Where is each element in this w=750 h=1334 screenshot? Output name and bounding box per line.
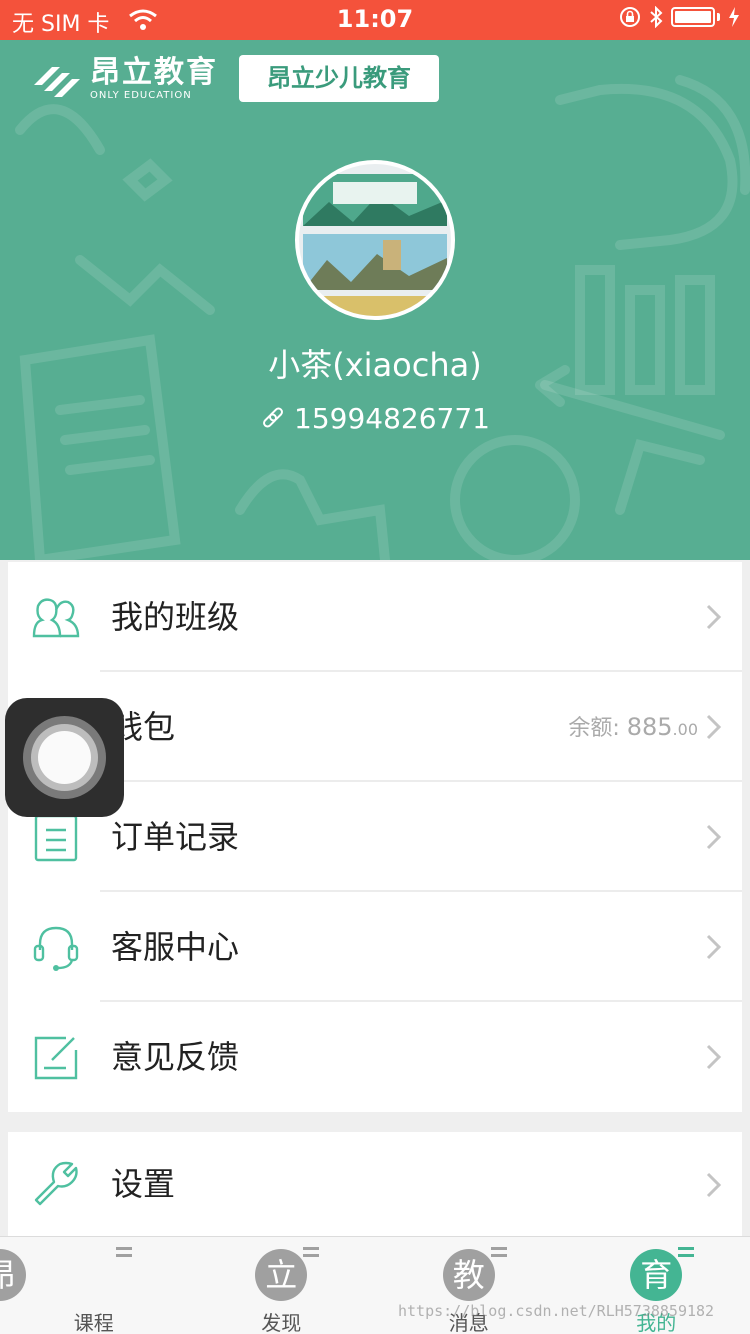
phone-number: 15994826771: [294, 402, 490, 435]
menu-item-settings[interactable]: 设置: [8, 1132, 742, 1236]
chevron-right-icon: [706, 714, 722, 740]
logo-english-text: ONLY EDUCATION: [90, 90, 192, 101]
tab-courses[interactable]: 昂 课程: [0, 1237, 188, 1334]
only-education-logo-icon: [34, 67, 80, 97]
wallet-balance: 余额: 885.00: [568, 672, 698, 785]
avatar-image: [299, 164, 451, 316]
bluetooth-icon: [650, 6, 663, 28]
chevron-right-icon: [706, 604, 722, 630]
tab-icon-lines: [115, 1247, 132, 1261]
phone-row: 15994826771: [0, 402, 750, 435]
class-group-icon: [32, 598, 80, 638]
tab-label: 课程: [73, 1311, 114, 1334]
profile-header: 昂立教育 ONLY EDUCATION 昂立少儿教育 小茶(xiaocha) 1…: [0, 40, 750, 560]
menu-item-label: 意见反馈: [111, 1038, 240, 1076]
rotation-lock-icon: [620, 7, 640, 27]
wrench-icon: [34, 1161, 78, 1206]
assistive-touch-button[interactable]: [5, 698, 124, 817]
watermark: https://blog.csdn.net/RLH5738859182: [398, 1302, 715, 1320]
tab-icon: 昂: [0, 1249, 26, 1301]
balance-label: 余额:: [568, 716, 620, 741]
order-list-icon: [34, 814, 78, 862]
menu-item-label: 客服中心: [111, 928, 240, 966]
settings-menu: 设置: [8, 1132, 742, 1236]
charging-icon: [729, 7, 739, 27]
battery-tip: [717, 13, 720, 21]
avatar[interactable]: [295, 160, 455, 320]
balance-integer: 885: [626, 713, 673, 741]
menu-item-label: 设置: [111, 1165, 176, 1203]
menu-item-label: 订单记录: [111, 818, 240, 856]
logo-chinese-text: 昂立教育: [90, 55, 218, 90]
menu-item-my-class[interactable]: 我的班级: [8, 562, 742, 672]
logo: 昂立教育 ONLY EDUCATION: [30, 56, 218, 102]
chevron-right-icon: [706, 824, 722, 850]
tab-icon: 立: [255, 1249, 308, 1301]
tab-icon-lines: [490, 1247, 507, 1261]
status-bar: 无 SIM 卡 11:07: [0, 0, 750, 40]
menu-item-feedback[interactable]: 意见反馈: [8, 1002, 742, 1112]
menu-item-customer-service[interactable]: 客服中心: [8, 892, 742, 1002]
link-icon: [263, 407, 283, 427]
balance-decimal: .00: [672, 720, 698, 739]
chevron-right-icon: [706, 934, 722, 960]
tab-icon-lines: [303, 1247, 320, 1261]
battery-icon: [671, 7, 715, 27]
feedback-edit-icon: [34, 1036, 78, 1080]
profile-menu: 我的班级 钱包 余额: 885.00 订单记录 客服中心 意见反馈: [8, 562, 742, 1112]
tab-discover[interactable]: 立 发现: [188, 1237, 376, 1334]
chevron-right-icon: [706, 1172, 722, 1198]
assistive-touch-ring: [38, 731, 91, 784]
tab-icon-lines: [678, 1247, 695, 1261]
headset-icon: [33, 926, 79, 971]
username: 小茶(xiaocha): [268, 346, 482, 384]
brand-switch-button[interactable]: 昂立少儿教育: [239, 55, 439, 102]
tab-icon: 教: [442, 1249, 495, 1301]
tab-label: 发现: [261, 1311, 302, 1334]
chevron-right-icon: [706, 1044, 722, 1070]
tab-icon: 育: [630, 1249, 683, 1301]
menu-item-label: 我的班级: [111, 598, 240, 636]
